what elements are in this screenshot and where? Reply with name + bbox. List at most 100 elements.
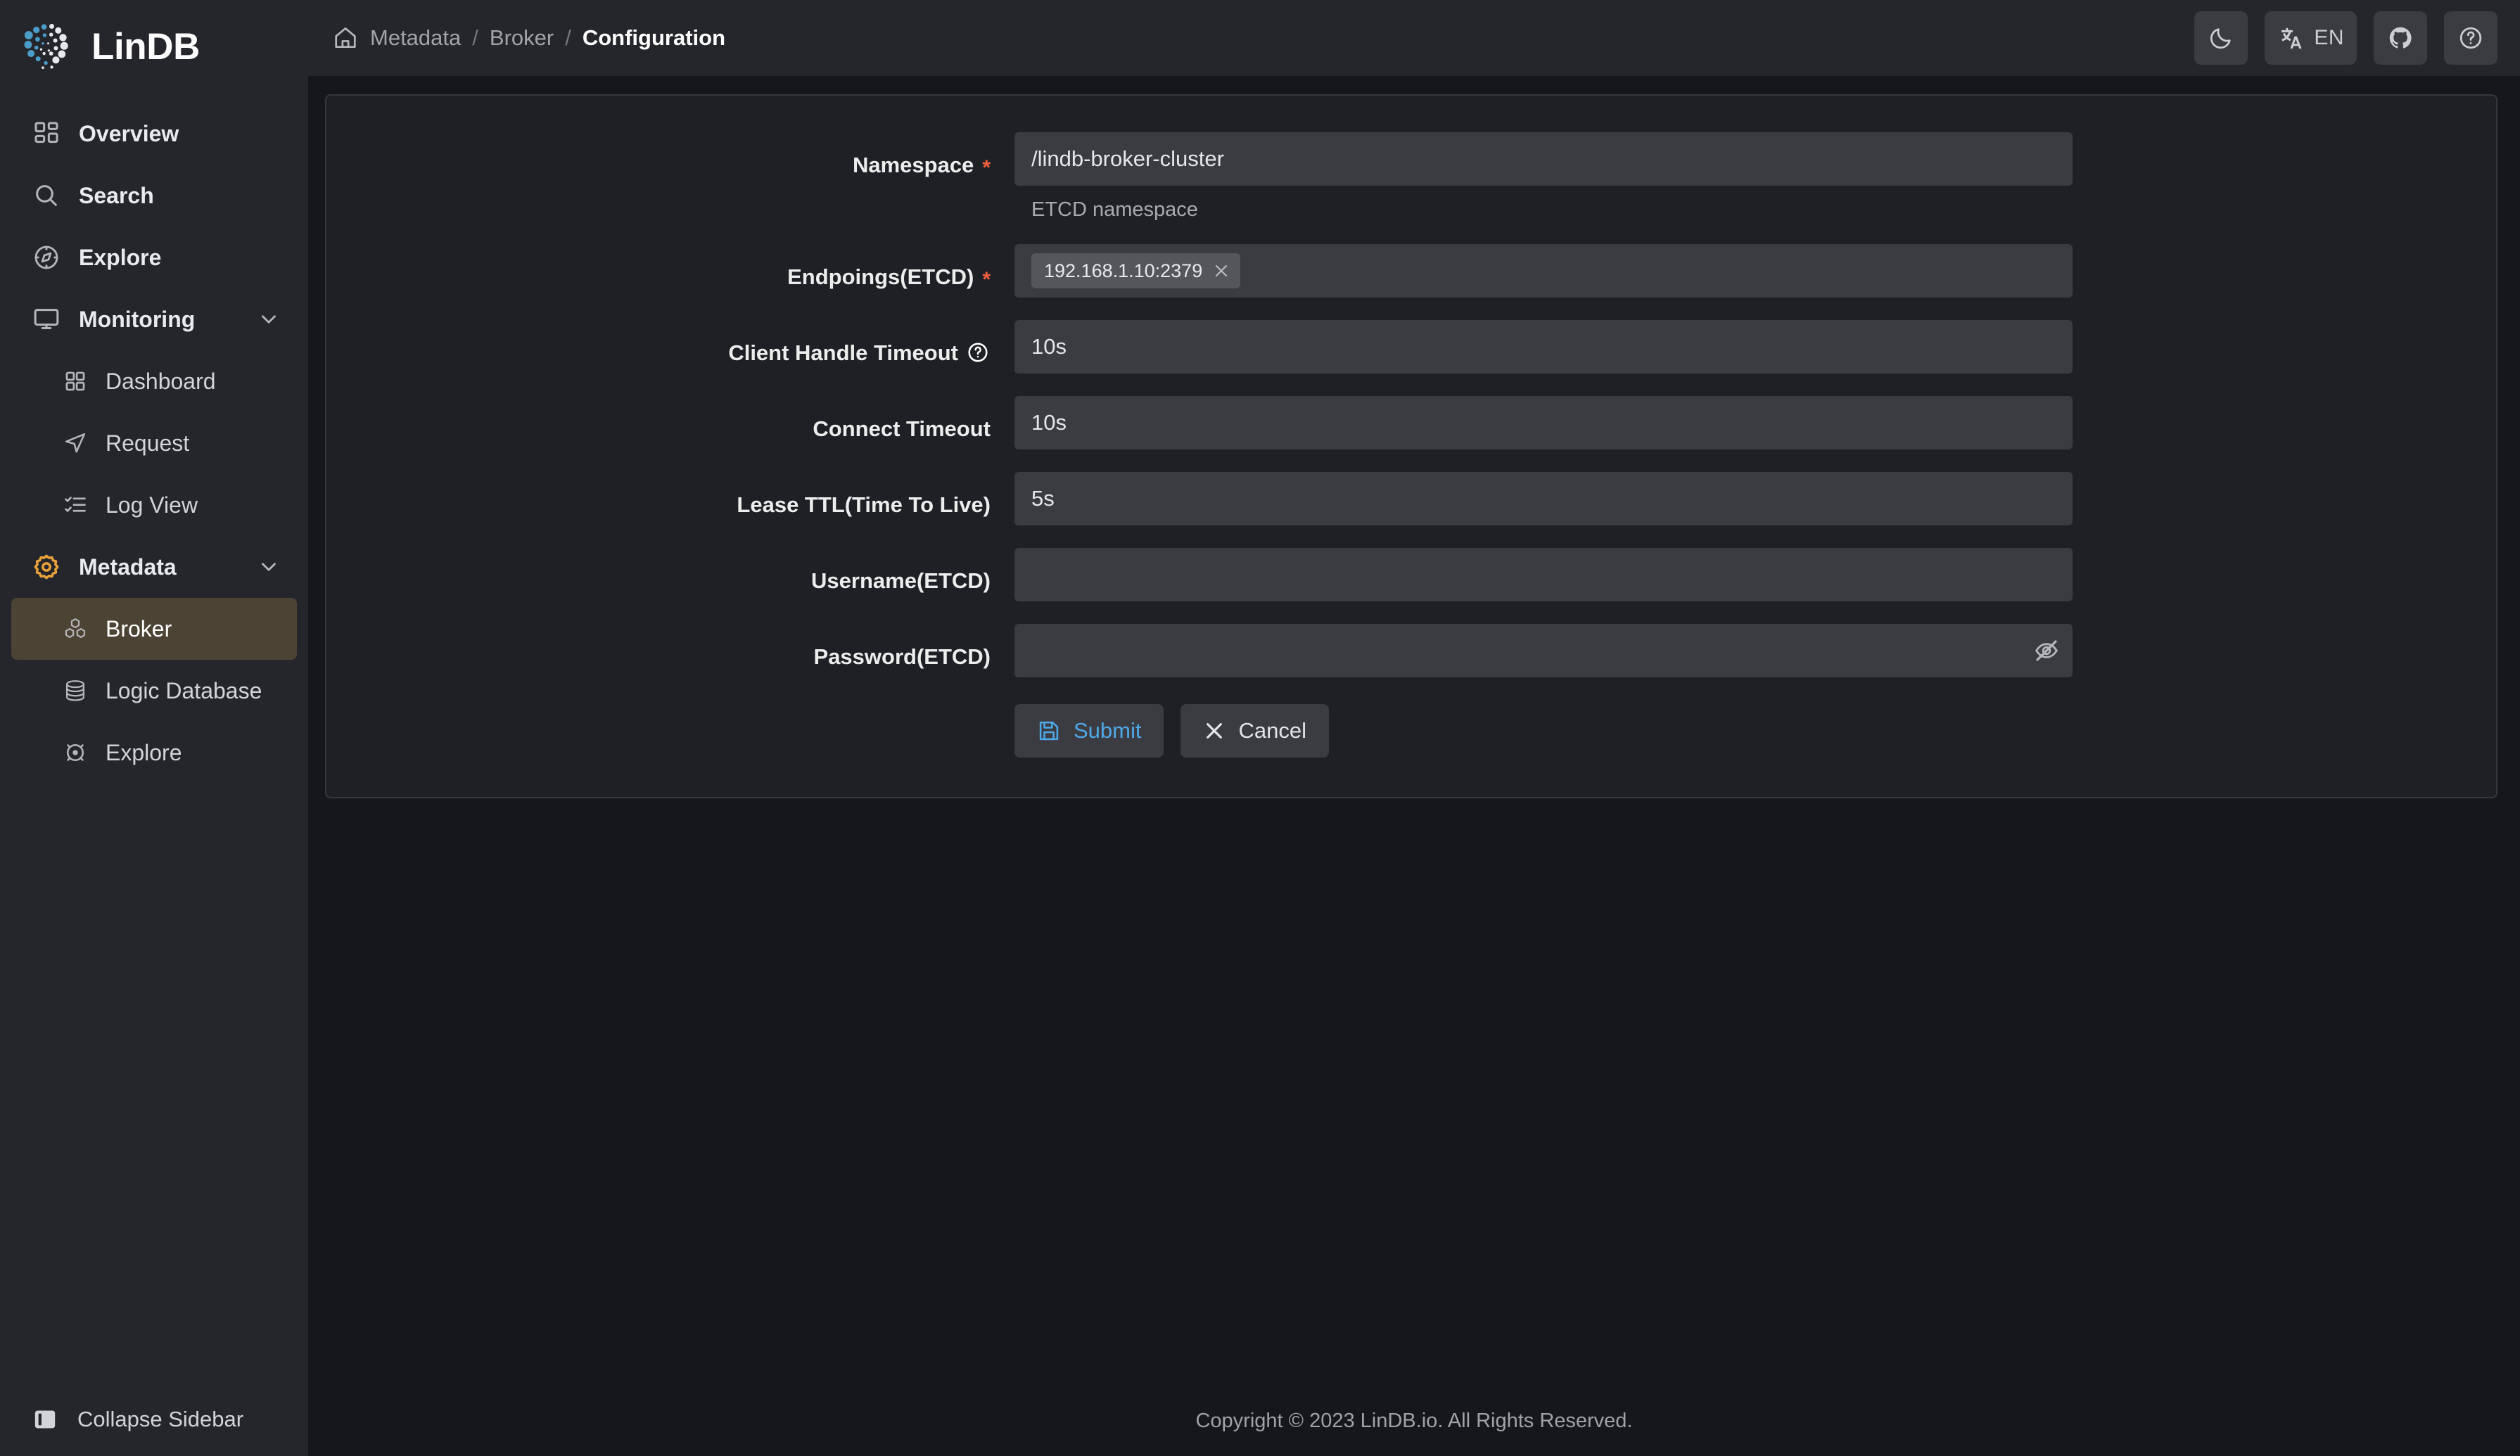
sidebar-item-metadata[interactable]: Metadata <box>11 536 297 598</box>
home-icon[interactable] <box>332 25 359 51</box>
form-row-client-handle-timeout: Client Handle Timeout 10s <box>326 320 2496 373</box>
github-icon <box>2388 25 2413 51</box>
sidebar-item-label: Dashboard <box>106 368 216 394</box>
namespace-description: ETCD namespace <box>1031 198 1198 221</box>
field-column: 10s <box>1014 320 2073 373</box>
breadcrumb-item-metadata[interactable]: Metadata <box>370 25 461 51</box>
form-row-username: Username(ETCD) <box>326 548 2496 601</box>
sidebar-item-label: Explore <box>79 244 162 270</box>
required-asterisk: * <box>982 156 991 179</box>
sidebar-item-request[interactable]: Request <box>11 412 297 474</box>
sidebar-panel-icon <box>31 1405 59 1433</box>
copyright-text: Copyright © 2023 LinDB.io. All Rights Re… <box>1195 1409 1633 1432</box>
sidebar-item-label: Broker <box>106 615 172 641</box>
sidebar-item-metadata-explore[interactable]: Explore <box>11 722 297 784</box>
field-label: Connect Timeout <box>326 396 1014 449</box>
password-input[interactable] <box>1014 624 2073 677</box>
footer: Copyright © 2023 LinDB.io. All Rights Re… <box>308 1386 2520 1456</box>
search-icon <box>31 180 62 211</box>
checklist-icon <box>62 492 89 518</box>
topbar-actions: EN <box>2194 11 2497 65</box>
brand-header[interactable]: LinDB <box>0 0 308 93</box>
form-row-namespace: Namespace * /lindb-broker-cluster ETCD n… <box>326 132 2496 222</box>
broker-configuration-card: Namespace * /lindb-broker-cluster ETCD n… <box>325 94 2497 798</box>
endpoint-tag: 192.168.1.10:2379 <box>1031 253 1241 288</box>
content-area: Namespace * /lindb-broker-cluster ETCD n… <box>308 76 2520 1386</box>
connect-timeout-value: 10s <box>1031 410 1067 435</box>
client-handle-timeout-input[interactable]: 10s <box>1014 320 2073 373</box>
endpoints-input[interactable]: 192.168.1.10:2379 <box>1014 244 2073 298</box>
eye-off-icon[interactable] <box>2030 634 2063 667</box>
close-icon <box>1203 720 1226 742</box>
help-button[interactable] <box>2444 11 2497 65</box>
field-label-text: Client Handle Timeout <box>728 340 958 365</box>
sidebar-item-label: Monitoring <box>79 306 196 332</box>
breadcrumb-separator: / <box>472 25 478 50</box>
field-label: Password(ETCD) <box>326 624 1014 677</box>
sidebar-item-overview[interactable]: Overview <box>11 103 297 165</box>
form-actions: Submit Cancel <box>1014 700 1329 758</box>
cancel-button[interactable]: Cancel <box>1181 704 1329 758</box>
chevron-down-icon[interactable] <box>256 554 281 580</box>
field-label-text: Password(ETCD) <box>813 644 991 669</box>
sidebar-item-log-view[interactable]: Log View <box>11 474 297 536</box>
lease-ttl-input[interactable]: 5s <box>1014 472 2073 525</box>
field-label-text: Namespace <box>852 153 974 177</box>
database-icon <box>62 677 89 704</box>
sidebar: LinDB Overview Search Explore Monitoring… <box>0 0 308 1456</box>
hexagon-cluster-icon <box>62 615 89 642</box>
sidebar-item-logic-database[interactable]: Logic Database <box>11 660 297 722</box>
target-circle-icon <box>62 739 89 766</box>
language-button[interactable]: EN <box>2265 11 2357 65</box>
sidebar-item-search[interactable]: Search <box>11 165 297 226</box>
gear-icon <box>31 551 62 582</box>
sidebar-item-label: Log View <box>106 492 198 518</box>
actions-spacer <box>326 700 1014 753</box>
breadcrumb-separator: / <box>565 25 571 50</box>
moon-icon <box>2208 25 2234 51</box>
breadcrumb-item-configuration: Configuration <box>582 25 726 50</box>
submit-button[interactable]: Submit <box>1014 704 1164 758</box>
namespace-input[interactable]: /lindb-broker-cluster <box>1014 132 2073 186</box>
username-input[interactable] <box>1014 548 2073 601</box>
field-label-text: Endpoings(ETCD) <box>787 264 974 289</box>
chevron-down-icon[interactable] <box>256 307 281 332</box>
question-circle-icon[interactable] <box>967 341 991 365</box>
required-asterisk: * <box>982 268 991 291</box>
sidebar-item-broker[interactable]: Broker <box>11 598 297 660</box>
main-area: Metadata / Broker / Configuration EN Nam… <box>308 0 2520 1456</box>
question-circle-icon <box>2458 25 2483 51</box>
lease-ttl-value: 5s <box>1031 486 1055 511</box>
field-label: Namespace * <box>326 132 1014 186</box>
form-row-actions: Submit Cancel <box>326 700 2496 758</box>
breadcrumb-item-broker[interactable]: Broker <box>490 25 554 51</box>
translate-icon <box>2277 25 2303 51</box>
field-column: 5s <box>1014 472 2073 525</box>
collapse-sidebar-button[interactable]: Collapse Sidebar <box>0 1383 308 1456</box>
field-label: Lease TTL(Time To Live) <box>326 472 1014 525</box>
brand-name: LinDB <box>91 25 201 68</box>
namespace-input-value: /lindb-broker-cluster <box>1031 146 1224 171</box>
sidebar-item-label: Overview <box>79 120 179 146</box>
sidebar-item-monitoring[interactable]: Monitoring <box>11 288 297 350</box>
sidebar-item-label: Search <box>79 182 154 208</box>
field-label: Endpoings(ETCD) * <box>326 244 1014 298</box>
close-icon[interactable] <box>1212 262 1230 280</box>
form-row-password: Password(ETCD) <box>326 624 2496 677</box>
collapse-sidebar-label: Collapse Sidebar <box>77 1407 244 1431</box>
sidebar-item-label: Metadata <box>79 554 177 580</box>
layout-grid-icon <box>31 118 62 149</box>
sidebar-item-dashboard[interactable]: Dashboard <box>11 350 297 412</box>
endpoint-tag-label: 192.168.1.10:2379 <box>1044 260 1203 281</box>
connect-timeout-input[interactable]: 10s <box>1014 396 2073 449</box>
field-column <box>1014 548 2073 601</box>
sidebar-item-explore[interactable]: Explore <box>11 226 297 288</box>
field-column: /lindb-broker-cluster ETCD namespace <box>1014 132 2073 222</box>
theme-toggle-button[interactable] <box>2194 11 2248 65</box>
field-column <box>1014 624 2073 677</box>
monitor-icon <box>31 304 62 335</box>
github-link-button[interactable] <box>2374 11 2427 65</box>
cancel-button-label: Cancel <box>1238 718 1306 743</box>
grid-four-icon <box>62 368 89 395</box>
compass-icon <box>31 242 62 273</box>
